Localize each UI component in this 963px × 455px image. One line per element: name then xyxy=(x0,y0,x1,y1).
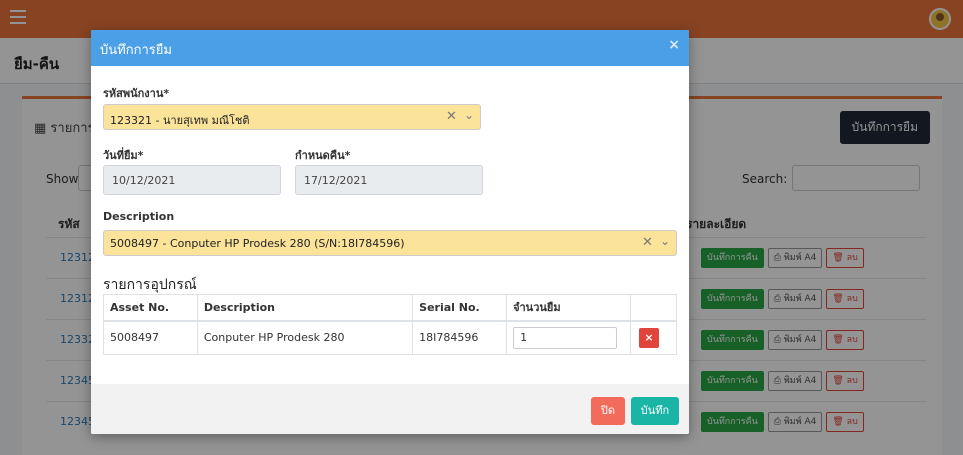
description-value: 5008497 - Conputer HP Prodesk 280 (S/N:1… xyxy=(110,237,405,250)
borrow-date-value: 10/12/2021 xyxy=(112,174,176,187)
close-icon: × xyxy=(644,330,654,344)
col-description: Description xyxy=(196,294,414,322)
due-date-field: 17/12/2021 xyxy=(295,165,483,195)
col-serial-no: Serial No. xyxy=(412,294,508,322)
qty-cell: 1 xyxy=(506,320,632,355)
employee-value: 123321 - นายสุเทพ มณีโชติ xyxy=(110,114,250,127)
employee-select[interactable]: 123321 - นายสุเทพ มณีโชติ ✕ ⌄ xyxy=(103,104,481,130)
description-select[interactable]: 5008497 - Conputer HP Prodesk 280 (S/N:1… xyxy=(103,230,677,256)
description-cell: Conputer HP Prodesk 280 xyxy=(196,320,414,355)
close-icon[interactable]: × xyxy=(668,37,680,53)
due-date-label: กำหนดคืน* xyxy=(295,149,351,162)
borrow-date-field: 10/12/2021 xyxy=(103,165,281,195)
col-qty: จำนวนยืม xyxy=(506,294,632,322)
employee-label: รหัสพนักงาน* xyxy=(103,87,170,100)
col-action xyxy=(630,294,677,322)
description-label: Description xyxy=(103,210,175,223)
equipment-table: Asset No. Description Serial No. จำนวนยื… xyxy=(103,294,677,355)
close-button[interactable]: ปิด xyxy=(591,397,625,425)
serial-no-cell: 18I784596 xyxy=(412,320,508,355)
save-button[interactable]: บันทึก xyxy=(631,397,679,425)
borrow-date-label: วันที่ยืม* xyxy=(103,149,144,162)
col-asset-no: Asset No. xyxy=(103,294,198,322)
remove-item-button[interactable]: × xyxy=(639,327,660,348)
due-date-value: 17/12/2021 xyxy=(304,174,368,187)
clear-icon[interactable]: ✕ xyxy=(446,109,457,124)
modal-header: บันทึกการยืม × xyxy=(91,30,689,66)
table-header-row: Asset No. Description Serial No. จำนวนยื… xyxy=(103,294,677,322)
table-row: 5008497 Conputer HP Prodesk 280 18I78459… xyxy=(103,320,677,355)
asset-no-cell: 5008497 xyxy=(103,320,198,355)
modal-title: บันทึกการยืม xyxy=(100,43,172,58)
chevron-down-icon[interactable]: ⌄ xyxy=(464,108,474,122)
equipment-section-title: รายการอุปกรณ์ xyxy=(103,277,197,293)
qty-input[interactable]: 1 xyxy=(513,326,618,349)
modal-footer: ปิด บันทึก xyxy=(91,384,689,434)
action-cell: × xyxy=(630,320,677,355)
borrow-modal: บันทึกการยืม × รหัสพนักงาน* 123321 - นาย… xyxy=(91,30,689,434)
clear-icon[interactable]: ✕ xyxy=(642,235,653,250)
chevron-down-icon[interactable]: ⌄ xyxy=(660,234,670,248)
